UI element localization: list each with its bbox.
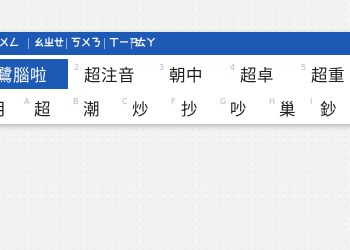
candidate-item[interactable]: 5 超重 [301, 59, 350, 89]
composition-separator [28, 38, 29, 49]
candidate-char: 巢 [279, 100, 296, 119]
candidate-key: H [269, 97, 276, 106]
composition-segment: ㄠㄓㄝ [34, 38, 64, 49]
candidate-text: 超卓 [240, 66, 274, 85]
candidate-number: 4 [230, 63, 236, 72]
candidate-text: 超重 [311, 66, 345, 85]
candidate-key: F [171, 97, 176, 106]
candidate-text: 超注音 [84, 66, 135, 85]
composition-bar: ˙ㄨㄥ ㄠㄓㄝ ㄎㄨㄋ ㄒㄧㄢ ㄊㄚ [0, 32, 350, 55]
composition-separator [104, 38, 105, 49]
composition-separator [131, 38, 132, 49]
candidate-key: C [122, 97, 128, 106]
candidate-number: 3 [159, 63, 165, 72]
candidate-key: B [73, 97, 79, 106]
single-char-candidate-list: 月 A 超 B 潮 C 炒 F 抄 G 吵 H 巢 I 鈔 [0, 94, 350, 122]
candidate-text: 鷺腦啦 [0, 66, 47, 85]
candidate-char: 鈔 [320, 100, 337, 119]
candidate-item[interactable]: 4 超卓 [230, 59, 282, 89]
candidate-key: A [24, 97, 30, 106]
single-char-candidate[interactable]: F 抄 [171, 94, 207, 122]
candidate-char: 超 [34, 100, 51, 119]
candidate-list: 鷺腦啦 2 超注音 3 朝中 4 超卓 5 超重 [0, 59, 350, 89]
single-char-candidate[interactable]: H 巢 [269, 94, 305, 122]
candidate-char: 月 [0, 96, 7, 120]
single-char-candidate[interactable]: C 炒 [122, 94, 158, 122]
candidate-char: 潮 [83, 100, 100, 119]
composition-segment: ㄎㄨㄋ [71, 38, 101, 49]
composition-segment: ㄊㄚ [136, 38, 156, 49]
candidate-char: 抄 [181, 100, 198, 119]
candidate-char: 吵 [230, 100, 247, 119]
composition-segment: ˙ㄨㄥ [0, 38, 19, 49]
single-char-candidate[interactable]: G 吵 [220, 94, 256, 122]
candidate-number: 5 [301, 63, 307, 72]
candidate-key: I [310, 97, 313, 106]
candidate-key: G [220, 97, 227, 106]
candidate-item-selected[interactable]: 鷺腦啦 [0, 59, 68, 89]
candidate-item[interactable]: 2 超注音 [74, 59, 138, 89]
candidate-item[interactable]: 3 朝中 [159, 59, 211, 89]
single-char-candidate[interactable]: 月 [0, 94, 20, 122]
candidate-number: 2 [74, 63, 80, 72]
single-char-candidate[interactable]: B 潮 [73, 94, 109, 122]
candidate-text: 朝中 [169, 66, 203, 85]
candidate-char: 炒 [132, 100, 149, 119]
ime-candidate-window: ˙ㄨㄥ ㄠㄓㄝ ㄎㄨㄋ ㄒㄧㄢ ㄊㄚ 鷺腦啦 2 超注音 3 朝中 4 超卓 5… [0, 32, 350, 124]
single-char-candidate[interactable]: A 超 [24, 94, 60, 122]
composition-separator [66, 38, 67, 49]
single-char-candidate[interactable]: I 鈔 [310, 94, 346, 122]
composition-segment: ㄒㄧㄢ [109, 38, 139, 49]
